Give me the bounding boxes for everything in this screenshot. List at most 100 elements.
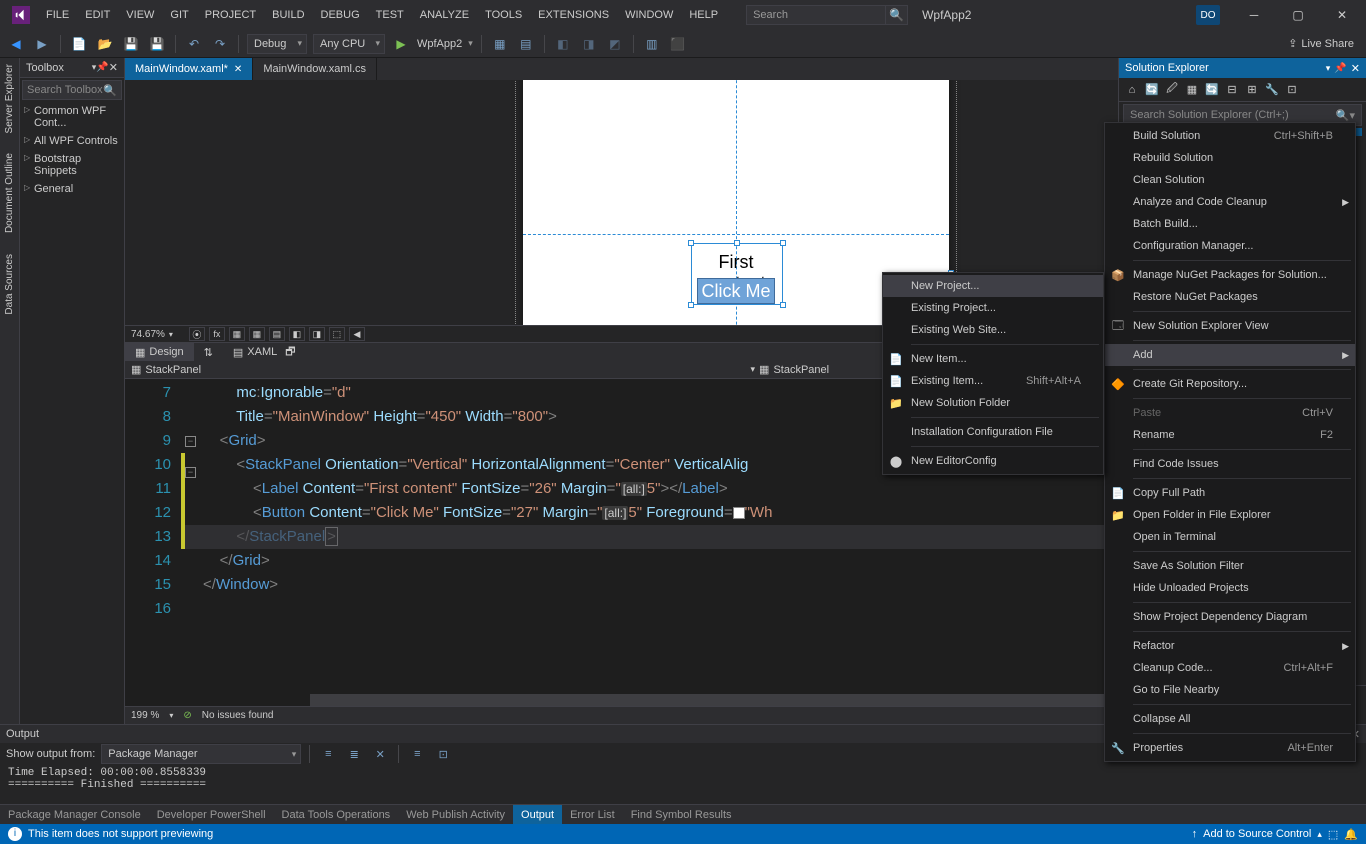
tb-icon[interactable]: ≡	[318, 744, 338, 764]
save-icon[interactable]: 💾	[121, 34, 141, 54]
menu-item[interactable]: 📦Manage NuGet Packages for Solution...	[1105, 264, 1355, 286]
open-icon[interactable]: 📂	[95, 34, 115, 54]
menu-item[interactable]: Hide Unloaded Projects	[1105, 577, 1355, 599]
add-submenu[interactable]: New Project...Existing Project...Existin…	[882, 272, 1104, 475]
sync-icon[interactable]: 🔄	[1143, 81, 1161, 99]
wrench-icon[interactable]: 🔧	[1263, 81, 1281, 99]
rail-data-sources[interactable]: Data Sources	[4, 254, 15, 315]
zoom-btn-4[interactable]: ▦	[249, 327, 265, 341]
search-icon[interactable]: 🔍	[886, 5, 908, 25]
menu-build[interactable]: BUILD	[264, 5, 312, 25]
output-tab[interactable]: Data Tools Operations	[274, 805, 399, 824]
zoom-btn-8[interactable]: ⬚	[329, 327, 345, 341]
menu-debug[interactable]: DEBUG	[313, 5, 368, 25]
toolbox-group[interactable]: Bootstrap Snippets	[20, 150, 124, 180]
pin-icon[interactable]: 📌	[96, 62, 108, 73]
menu-item[interactable]: 🔶Create Git Repository...	[1105, 373, 1355, 395]
tb-icon[interactable]: ≡	[407, 744, 427, 764]
menu-item[interactable]: Existing Web Site...	[883, 319, 1103, 341]
add-source-control-button[interactable]: Add to Source Control	[1203, 828, 1311, 840]
start-target[interactable]: WpfApp2	[417, 38, 462, 50]
close-tab-icon[interactable]: ✕	[234, 64, 242, 75]
tb-icon[interactable]: 🖉	[1163, 81, 1181, 99]
output-text[interactable]: Time Elapsed: 00:00:00.8558339 =========…	[0, 765, 1366, 804]
zoom-btn-1[interactable]: ⦿	[189, 327, 205, 341]
zoom-btn-5[interactable]: ▤	[269, 327, 285, 341]
design-tab[interactable]: ▦Design	[125, 343, 194, 361]
toolbox-group[interactable]: General	[20, 180, 124, 198]
menu-item[interactable]: Existing Project...	[883, 297, 1103, 319]
menu-analyze[interactable]: ANALYZE	[412, 5, 477, 25]
config-dropdown[interactable]: Debug	[247, 34, 307, 54]
menu-item[interactable]: Rebuild Solution	[1105, 147, 1355, 169]
menu-item[interactable]: Add▶	[1105, 344, 1355, 366]
rail-server-explorer[interactable]: Server Explorer	[4, 64, 15, 133]
document-tab[interactable]: MainWindow.xaml.cs	[253, 58, 377, 80]
close-icon[interactable]: ✕	[109, 61, 118, 74]
menu-item[interactable]: 🔧PropertiesAlt+Enter	[1105, 737, 1355, 759]
issues-text[interactable]: No issues found	[202, 710, 274, 721]
output-tab[interactable]: Web Publish Activity	[398, 805, 513, 824]
menu-item[interactable]: 📁Open Folder in File Explorer	[1105, 504, 1355, 526]
menu-item[interactable]: Save As Solution Filter	[1105, 555, 1355, 577]
tb-icon[interactable]: ≣	[344, 744, 364, 764]
tb-icon-7[interactable]: ⬛	[668, 34, 688, 54]
zoom-pct[interactable]: 199 %	[131, 710, 159, 721]
tb-icon[interactable]: 🔄	[1203, 81, 1221, 99]
menu-project[interactable]: PROJECT	[197, 5, 264, 25]
menu-view[interactable]: VIEW	[118, 5, 162, 25]
menu-tools[interactable]: TOOLS	[477, 5, 530, 25]
zoom-btn-7[interactable]: ◨	[309, 327, 325, 341]
redo-icon[interactable]: ↷	[210, 34, 230, 54]
sync-tab[interactable]: ⇅	[194, 343, 223, 361]
maximize-button[interactable]: ▢	[1278, 2, 1318, 28]
toolbox-search-input[interactable]: Search Toolbox🔍	[22, 80, 122, 100]
menu-item[interactable]: Clean Solution	[1105, 169, 1355, 191]
zoom-btn-6[interactable]: ◧	[289, 327, 305, 341]
toolbox-group[interactable]: All WPF Controls	[20, 132, 124, 150]
menu-window[interactable]: WINDOW	[617, 5, 681, 25]
close-button[interactable]: ✕	[1322, 2, 1362, 28]
document-tab[interactable]: MainWindow.xaml*✕	[125, 58, 253, 80]
output-tab[interactable]: Error List	[562, 805, 623, 824]
bc-right[interactable]: StackPanel	[773, 364, 829, 376]
tb-icon-6[interactable]: ▥	[642, 34, 662, 54]
menu-test[interactable]: TEST	[368, 5, 412, 25]
repo-icon[interactable]: ⬚	[1328, 828, 1338, 841]
menu-item[interactable]: 📄Existing Item...Shift+Alt+A	[883, 370, 1103, 392]
menu-item[interactable]: Find Code Issues	[1105, 453, 1355, 475]
tb-icon[interactable]: ✕	[370, 744, 390, 764]
menu-item[interactable]: 📁New Solution Folder	[883, 392, 1103, 414]
zoom-btn-3[interactable]: ▦	[229, 327, 245, 341]
menu-item[interactable]: Restore NuGet Packages	[1105, 286, 1355, 308]
menu-item[interactable]: 📄Copy Full Path	[1105, 482, 1355, 504]
minimize-button[interactable]: ─	[1234, 2, 1274, 28]
tb-icon-1[interactable]: ▦	[490, 34, 510, 54]
menu-item[interactable]: Batch Build...	[1105, 213, 1355, 235]
tb-icon[interactable]: ⊞	[1243, 81, 1261, 99]
platform-dropdown[interactable]: Any CPU	[313, 34, 385, 54]
menu-item[interactable]: Show Project Dependency Diagram	[1105, 606, 1355, 628]
tb-icon-3[interactable]: ◧	[553, 34, 573, 54]
tb-icon-5[interactable]: ◩	[605, 34, 625, 54]
tb-icon[interactable]: ▦	[1183, 81, 1201, 99]
menu-item[interactable]: ⬤New EditorConfig	[883, 450, 1103, 472]
tb-icon[interactable]: ⊡	[433, 744, 453, 764]
global-search-input[interactable]: Search	[746, 5, 886, 25]
menu-extensions[interactable]: EXTENSIONS	[530, 5, 617, 25]
menu-git[interactable]: GIT	[162, 5, 196, 25]
nav-back-icon[interactable]: ◀	[6, 34, 26, 54]
start-icon[interactable]: ▶	[391, 34, 411, 54]
output-tab[interactable]: Output	[513, 805, 562, 824]
rail-document-outline[interactable]: Document Outline	[4, 153, 15, 233]
menu-item[interactable]: Configuration Manager...	[1105, 235, 1355, 257]
new-project-icon[interactable]: 📄	[69, 34, 89, 54]
output-tab[interactable]: Developer PowerShell	[149, 805, 274, 824]
bc-left[interactable]: StackPanel	[145, 364, 201, 376]
menu-item[interactable]: Refactor▶	[1105, 635, 1355, 657]
notifications-icon[interactable]: 🔔	[1344, 828, 1358, 841]
xaml-tab[interactable]: ▤XAML🗗	[223, 343, 306, 361]
tb-icon[interactable]: ⊡	[1283, 81, 1301, 99]
output-source-dropdown[interactable]: Package Manager	[101, 744, 301, 764]
menu-item[interactable]: Build SolutionCtrl+Shift+B	[1105, 125, 1355, 147]
